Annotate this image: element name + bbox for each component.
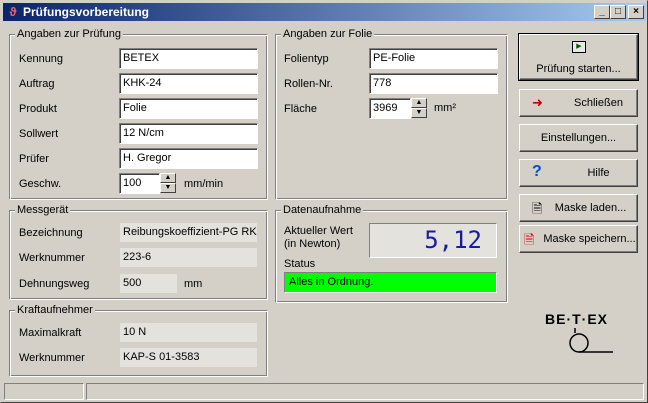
save-document-icon: 🗎: [524, 232, 535, 247]
geschw-label: Geschw.: [19, 178, 62, 190]
statusbar-pane-1: [4, 383, 84, 400]
geschw-input[interactable]: 100: [119, 173, 160, 194]
exit-icon: ➜: [532, 95, 543, 110]
load-mask-button[interactable]: 🗎 Maske laden...: [519, 194, 638, 222]
group-datenaufnahme-legend: Datenaufnahme: [281, 204, 364, 216]
main-window: ϑ Prüfungsvorbereitung _ □ × Angaben zur…: [0, 0, 648, 403]
maxkraft-value: 10 N: [119, 322, 258, 343]
flaeche-label: Fläche: [284, 103, 318, 115]
settings-button[interactable]: Einstellungen...: [519, 124, 638, 152]
produkt-label: Produkt: [19, 103, 57, 115]
logo-graphic: [569, 328, 613, 353]
group-kraftaufnehmer-legend: Kraftaufnehmer: [15, 304, 95, 316]
bezeichnung-label: Bezeichnung: [19, 227, 83, 239]
rollen-label: Rollen-Nr.: [284, 78, 333, 90]
rollen-input[interactable]: 778: [369, 73, 498, 94]
spin-up-icon[interactable]: ▲: [160, 173, 176, 183]
dehnungsweg-unit: mm: [184, 278, 203, 290]
help-icon: ?: [532, 163, 542, 180]
sollwert-input[interactable]: 12 N/cm: [119, 123, 258, 144]
pruefer-label: Prüfer: [19, 153, 49, 165]
flaeche-input[interactable]: 3969: [369, 98, 411, 119]
maxkraft-label: Maximalkraft: [19, 327, 82, 339]
group-folie-legend: Angaben zur Folie: [281, 28, 375, 40]
auftrag-label: Auftrag: [19, 78, 55, 90]
status-indicator: Alles in Ordnung.: [284, 272, 497, 293]
folientyp-input[interactable]: PE-Folie: [369, 48, 498, 69]
minimize-button[interactable]: _: [594, 5, 610, 19]
kennung-label: Kennung: [19, 53, 64, 65]
play-icon: ▶: [572, 41, 586, 53]
save-mask-button[interactable]: 🗎 Maske speichern...: [519, 225, 638, 253]
dehnungsweg-label: Dehnungsweg: [19, 278, 90, 290]
spin-down-icon[interactable]: ▼: [411, 108, 427, 118]
maximize-button[interactable]: □: [610, 5, 626, 19]
bezeichnung-value: Reibungskoeffizient-PG RK2: [119, 222, 258, 243]
title-bar[interactable]: ϑ Prüfungsvorbereitung _ □ ×: [3, 3, 646, 21]
kennung-input[interactable]: BETEX: [119, 48, 258, 69]
wert-label-1: Aktueller Wert: [284, 225, 353, 237]
help-button[interactable]: ? Hilfe: [519, 159, 638, 187]
folientyp-label: Folientyp: [284, 53, 329, 65]
auftrag-input[interactable]: KHK-24: [119, 73, 258, 94]
werknummer-label: Werknummer: [19, 252, 85, 264]
kraft-werknummer-label: Werknummer: [19, 352, 85, 364]
werknummer-value: 223-6: [119, 247, 258, 268]
dehnungsweg-value: 500: [119, 273, 178, 294]
kraft-werknummer-value: KAP-S 01-3583: [119, 347, 258, 368]
close-button[interactable]: ➜ Schließen: [519, 89, 638, 117]
close-window-button[interactable]: ×: [628, 5, 644, 19]
geschw-unit: mm/min: [184, 178, 224, 190]
group-pruefung-legend: Angaben zur Prüfung: [15, 28, 123, 40]
current-value-display: 5,12: [369, 223, 497, 258]
status-label: Status: [284, 258, 316, 270]
betex-logo: BE·T·EX: [541, 311, 621, 357]
spin-up-icon[interactable]: ▲: [411, 98, 427, 108]
pruefer-input[interactable]: H. Gregor: [119, 148, 258, 169]
document-icon: 🗎: [532, 201, 543, 216]
wert-label-2: (in Newton): [284, 238, 341, 250]
app-icon: ϑ: [9, 5, 17, 19]
flaeche-spinner[interactable]: ▲ ▼: [411, 98, 427, 119]
produkt-input[interactable]: Folie: [119, 98, 258, 119]
group-messgeraet-legend: Messgerät: [15, 204, 71, 216]
geschw-spinner[interactable]: ▲ ▼: [160, 173, 176, 194]
spin-down-icon[interactable]: ▼: [160, 183, 176, 193]
sollwert-label: Sollwert: [19, 128, 59, 140]
window-title: Prüfungsvorbereitung: [23, 5, 150, 19]
statusbar-pane-2: [86, 383, 644, 400]
flaeche-unit: mm²: [434, 102, 456, 114]
start-test-button[interactable]: ▶ Prüfung starten...: [518, 33, 639, 81]
